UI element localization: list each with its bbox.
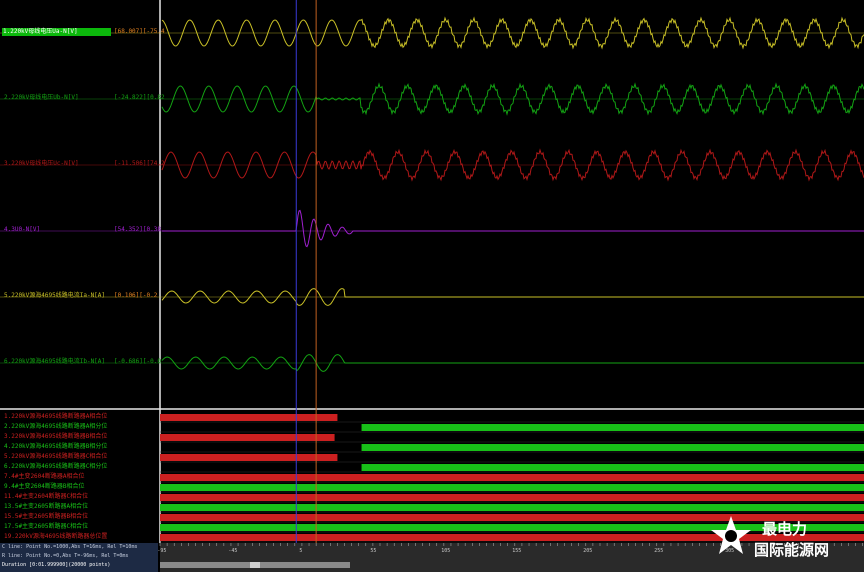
axis-tick-label: 255 (654, 548, 664, 554)
digital-state-bar (160, 504, 864, 511)
digital-channel-label[interactable]: 6.220kV源海4695线路断路器C相分位 (4, 463, 107, 471)
channel-4-value: [54.352][0.38 (114, 226, 161, 233)
axis-tick-label: 105 (441, 548, 451, 554)
digital-state-bar (361, 464, 864, 471)
digital-state-bar (361, 444, 864, 451)
duration-readout: Duration [0:01.999900](20000 points) (2, 562, 111, 568)
scrollbar-thumb[interactable] (250, 562, 260, 568)
channel-6-value: [-0.686][-0.0 (114, 358, 161, 365)
channel-2-value: [-24.822][0.82 (114, 94, 165, 101)
digital-state-bar (160, 454, 338, 461)
r-line-readout: R line: Point No.=0,Abs T=-96ms, Rel T=0… (2, 553, 129, 559)
axis-tick-label: 5 (299, 548, 303, 554)
digital-channel-label[interactable]: 5.220kV源海4695线路断路器C相合位 (4, 453, 107, 461)
digital-state-bar (361, 424, 864, 431)
digital-state-bar (160, 494, 864, 501)
axis-tick-label: -45 (228, 548, 238, 554)
channel-6-label[interactable]: 6.220kV源海4695线路电流Ib-N[A] (4, 358, 105, 366)
axis-tick-label: 55 (370, 548, 377, 554)
channel-2-label[interactable]: 2.220kV母线电压Ub-N[V] (4, 94, 79, 102)
logo-line-1: 最电力 (762, 520, 808, 538)
channel-5-value: [0.106][-0.2 (114, 292, 158, 299)
status-bar: C line: Point No.=1000,Abs T=16ms, Rel T… (0, 543, 158, 572)
digital-channel-label[interactable]: 4.220kV源海4695线路断路器B相分位 (4, 443, 107, 451)
channel-3-value: [-11.506][74.2 (114, 160, 165, 167)
channel-4-waveform (162, 209, 864, 248)
channel-3-label[interactable]: 3.220kV母线电压Uc-N[V] (4, 160, 79, 168)
axis-tick-label: 155 (512, 548, 522, 554)
axis-tick-label: 205 (583, 548, 593, 554)
c-line-readout: C line: Point No.=1000,Abs T=16ms, Rel T… (2, 544, 138, 550)
channel-1-value: [68.007][-75.4 (114, 28, 165, 35)
digital-channel-label[interactable]: 13.5#主变2605断路器A相合位 (4, 503, 88, 511)
digital-state-bar (160, 414, 338, 421)
digital-channel-label[interactable]: 1.220kV源海4695线路断路器A相合位 (4, 413, 107, 421)
digital-channel-label[interactable]: 9.4#主变2604断路器B相合位 (4, 483, 85, 491)
axis-tick-label: -95 (157, 548, 167, 554)
digital-channel-label[interactable]: 19.220kV源海4695线路断路器总位置 (4, 533, 107, 541)
digital-channel-label[interactable]: 15.5#主变2605断路器B相合位 (4, 513, 88, 521)
logo-line-2: 国际能源网 (754, 541, 830, 559)
watermark-logo: 最电力 国际能源网 (708, 512, 858, 568)
channel-5-label[interactable]: 5.220kV源海4695线路电流Ia-N[A] (4, 292, 105, 300)
digital-channel-label[interactable]: 7.4#主变2604断路器A相合位 (4, 473, 85, 481)
digital-channel-label[interactable]: 2.220kV源海4695线路断路器A相分位 (4, 423, 107, 431)
star-logo-icon (711, 516, 751, 554)
waveform-canvas[interactable] (0, 0, 864, 572)
digital-channel-label[interactable]: 11.4#主变2604断路器C相合位 (4, 493, 88, 501)
digital-channel-label[interactable]: 17.5#主变2605断路器C相合位 (4, 523, 88, 531)
digital-channel-label[interactable]: 3.220kV源海4695线路断路器B相合位 (4, 433, 107, 441)
channel-4-label[interactable]: 4.3U0-N[V] (4, 226, 40, 234)
channel-1-label[interactable]: 1.220kV母线电压Ua-N[V] (2, 28, 111, 36)
digital-state-bar (160, 484, 864, 491)
digital-state-bar (160, 434, 335, 441)
digital-state-bar (160, 474, 864, 481)
